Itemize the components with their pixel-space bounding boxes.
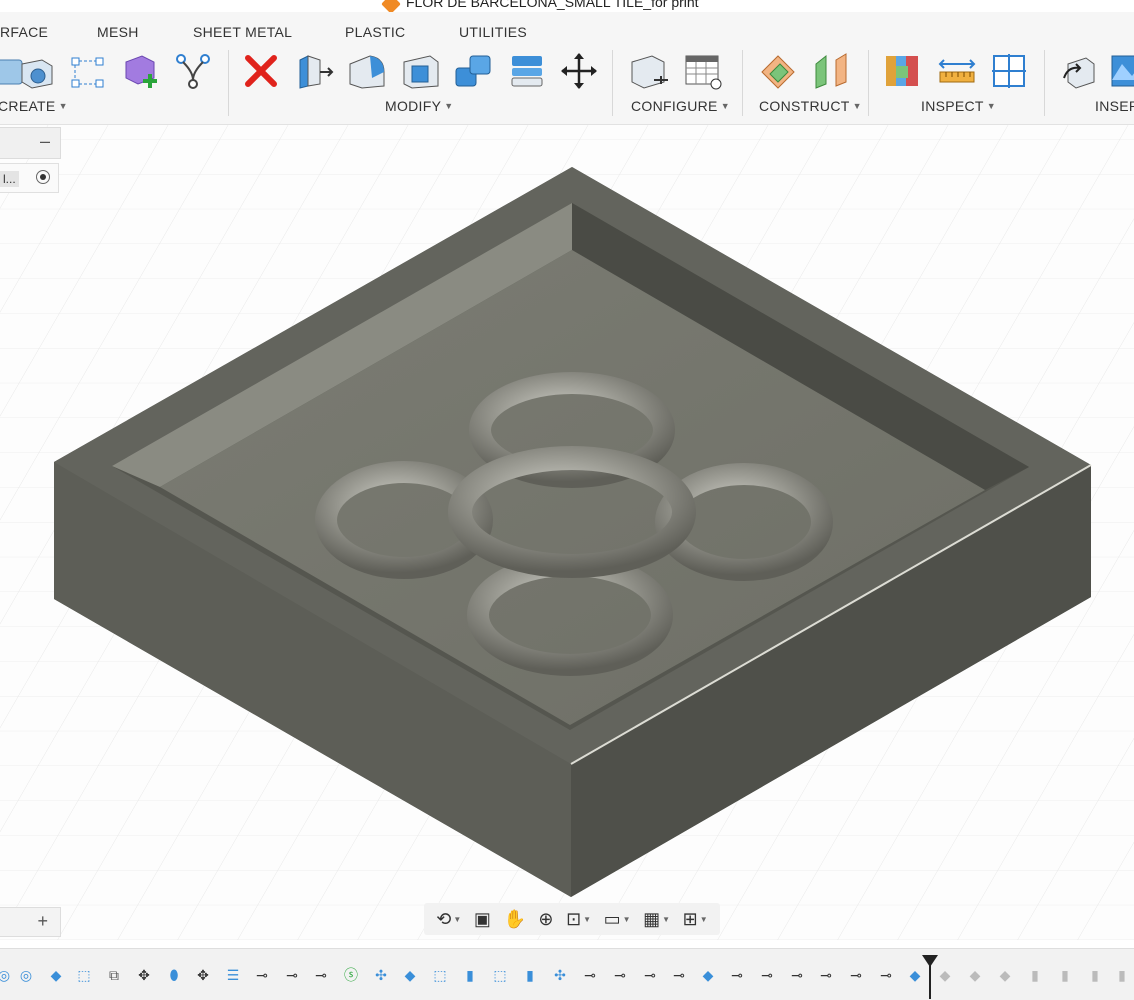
timeline-suppressed-icon[interactable]: ▮ xyxy=(1085,965,1105,985)
create-label: CREATE xyxy=(0,98,56,114)
timeline-component-icon[interactable]: ⧉ xyxy=(104,965,124,985)
timeline-sketch-icon[interactable]: ◎ xyxy=(16,965,36,985)
measure-icon[interactable] xyxy=(936,50,978,92)
midplane-icon[interactable] xyxy=(810,50,852,92)
timeline-point-icon[interactable]: ⊸ xyxy=(640,965,660,985)
canvas-viewport[interactable] xyxy=(0,125,1134,940)
radio-active-icon[interactable] xyxy=(36,170,50,184)
configure-menu[interactable]: CONFIGURE ▼ xyxy=(631,98,730,114)
model-render xyxy=(0,125,1134,940)
box-icon[interactable] xyxy=(14,50,56,92)
viewports-icon[interactable]: ⊞ ▼ xyxy=(683,909,708,930)
timeline-suppressed-icon[interactable]: ▮ xyxy=(1112,965,1132,985)
timeline-point-icon[interactable]: ⊸ xyxy=(727,965,747,985)
timeline-suppressed-icon[interactable]: ◆ xyxy=(935,965,955,985)
timeline-point-icon[interactable]: ⊸ xyxy=(610,965,630,985)
timeline-point-icon[interactable]: ⊸ xyxy=(846,965,866,985)
timeline-point-icon[interactable]: ⊸ xyxy=(282,965,302,985)
timeline-suppressed-icon[interactable]: ◆ xyxy=(995,965,1015,985)
sketch-point-icon[interactable] xyxy=(66,50,108,92)
configure-table-icon[interactable] xyxy=(682,50,724,92)
timeline-press-pull-icon[interactable]: ▮ xyxy=(460,965,480,985)
timeline-point-icon[interactable]: ⊸ xyxy=(876,965,896,985)
section-analysis-icon[interactable] xyxy=(988,50,1030,92)
create-menu[interactable]: CREATE ▼ xyxy=(0,98,68,114)
inspect-label: INSPECT xyxy=(921,98,984,114)
document-title: FLOR DE BARCELONA_SMALL TILE_for print xyxy=(406,0,699,10)
expand-plus-icon[interactable]: + xyxy=(37,911,48,932)
timeline-move-icon[interactable]: ✥ xyxy=(193,965,213,985)
construct-menu[interactable]: CONSTRUCT ▼ xyxy=(759,98,862,114)
timeline-extrude-icon[interactable]: ⬮ xyxy=(164,965,184,985)
browser-row[interactable]: l... xyxy=(0,163,59,193)
timeline-body-icon[interactable]: ◆ xyxy=(46,965,66,985)
split-face-icon[interactable] xyxy=(506,50,548,92)
title-bar: FLOR DE BARCELONA_SMALL TILE_for print xyxy=(0,0,1134,12)
collapse-icon[interactable]: – xyxy=(40,131,50,152)
timeline-point-icon[interactable]: ⊸ xyxy=(580,965,600,985)
timeline-point-icon[interactable]: ⊸ xyxy=(757,965,777,985)
fit-icon[interactable]: ⊡ ▼ xyxy=(566,909,591,930)
timeline-body-icon[interactable]: ◆ xyxy=(400,965,420,985)
timeline-body-icon[interactable]: ◆ xyxy=(905,965,925,985)
timeline-point-icon[interactable]: ⊸ xyxy=(252,965,272,985)
timeline-suppressed-icon[interactable]: ▮ xyxy=(1055,965,1075,985)
construct-label: CONSTRUCT xyxy=(759,98,850,114)
timeline-sketch-icon[interactable]: ⬚ xyxy=(74,965,94,985)
interference-icon[interactable] xyxy=(882,50,924,92)
timeline-sketch-icon[interactable]: ⬚ xyxy=(490,965,510,985)
timeline-sketch-icon[interactable]: ⬚ xyxy=(430,965,450,985)
orbit-icon[interactable]: ⟲ ▼ xyxy=(436,909,461,930)
browser-row-label: l... xyxy=(0,171,19,187)
fork-icon[interactable] xyxy=(172,50,214,92)
look-at-icon[interactable]: ▣ xyxy=(474,909,491,930)
configure-label: CONFIGURE xyxy=(631,98,718,114)
modify-menu[interactable]: MODIFY ▼ xyxy=(385,98,453,114)
timeline-pattern-icon[interactable]: ✣ xyxy=(371,965,391,985)
document-icon xyxy=(381,0,401,12)
inspect-menu[interactable]: INSPECT ▼ xyxy=(921,98,996,114)
parameters-icon[interactable] xyxy=(628,50,670,92)
pan-hand-icon[interactable]: ✋ xyxy=(503,909,525,930)
browser-header: – xyxy=(0,127,61,159)
timeline-split-icon[interactable]: ☰ xyxy=(223,965,243,985)
timeline-press-pull-icon[interactable]: ▮ xyxy=(520,965,540,985)
display-settings-icon[interactable]: ▭ ▼ xyxy=(604,909,631,930)
timeline-sweep-icon[interactable]: ⓢ xyxy=(341,965,361,985)
timeline-sketch-icon[interactable]: ◎ xyxy=(0,965,14,985)
decal-icon[interactable] xyxy=(1108,50,1134,92)
grid-settings-icon[interactable]: ▦ ▼ xyxy=(643,909,670,930)
timeline-pattern-icon[interactable]: ✣ xyxy=(550,965,570,985)
timeline-suppressed-icon[interactable]: ▮ xyxy=(1025,965,1045,985)
zoom-icon[interactable]: ⊕ xyxy=(538,909,553,930)
toolbar: CREATE ▼ MODIFY ▼ CONFIGURE ▼ CONSTRUCT ▼ IN… xyxy=(0,38,1134,125)
insert-label: INSER xyxy=(1095,98,1134,114)
timeline-point-icon[interactable]: ⊸ xyxy=(816,965,836,985)
timeline-point-icon[interactable]: ⊸ xyxy=(787,965,807,985)
navigation-bar: ⟲ ▼ ▣ ✋ ⊕ ⊡ ▼ ▭ ▼ ▦ ▼ ⊞ ▼ xyxy=(424,903,720,935)
offset-plane-icon[interactable] xyxy=(758,50,800,92)
timeline-marker[interactable] xyxy=(922,955,938,999)
insert-menu[interactable]: INSER xyxy=(1095,98,1134,114)
press-pull-icon[interactable] xyxy=(294,50,336,92)
timeline-suppressed-icon[interactable]: ◆ xyxy=(965,965,985,985)
modify-label: MODIFY xyxy=(385,98,442,114)
timeline-body-icon[interactable]: ◆ xyxy=(698,965,718,985)
timeline-move-icon[interactable]: ✥ xyxy=(134,965,154,985)
delete-icon[interactable] xyxy=(240,50,282,92)
timeline-features: ◎ ◎ ◆ ⬚ ⧉ ✥ ⬮ ✥ ☰ ⊸ ⊸ ⊸ ⓢ ✣ ◆ ⬚ ▮ ⬚ ▮ ✣ … xyxy=(0,961,1134,989)
fillet-icon[interactable] xyxy=(346,50,388,92)
insert-derive-icon[interactable] xyxy=(1058,50,1100,92)
timeline-point-icon[interactable]: ⊸ xyxy=(669,965,689,985)
combine-icon[interactable] xyxy=(452,50,494,92)
shell-icon[interactable] xyxy=(400,50,442,92)
timeline-point-icon[interactable]: ⊸ xyxy=(311,965,331,985)
comments-panel: + xyxy=(0,907,61,937)
derive-icon[interactable] xyxy=(120,50,162,92)
move-icon[interactable] xyxy=(558,50,600,92)
timeline: ◎ ◎ ◆ ⬚ ⧉ ✥ ⬮ ✥ ☰ ⊸ ⊸ ⊸ ⓢ ✣ ◆ ⬚ ▮ ⬚ ▮ ✣ … xyxy=(0,948,1134,1000)
